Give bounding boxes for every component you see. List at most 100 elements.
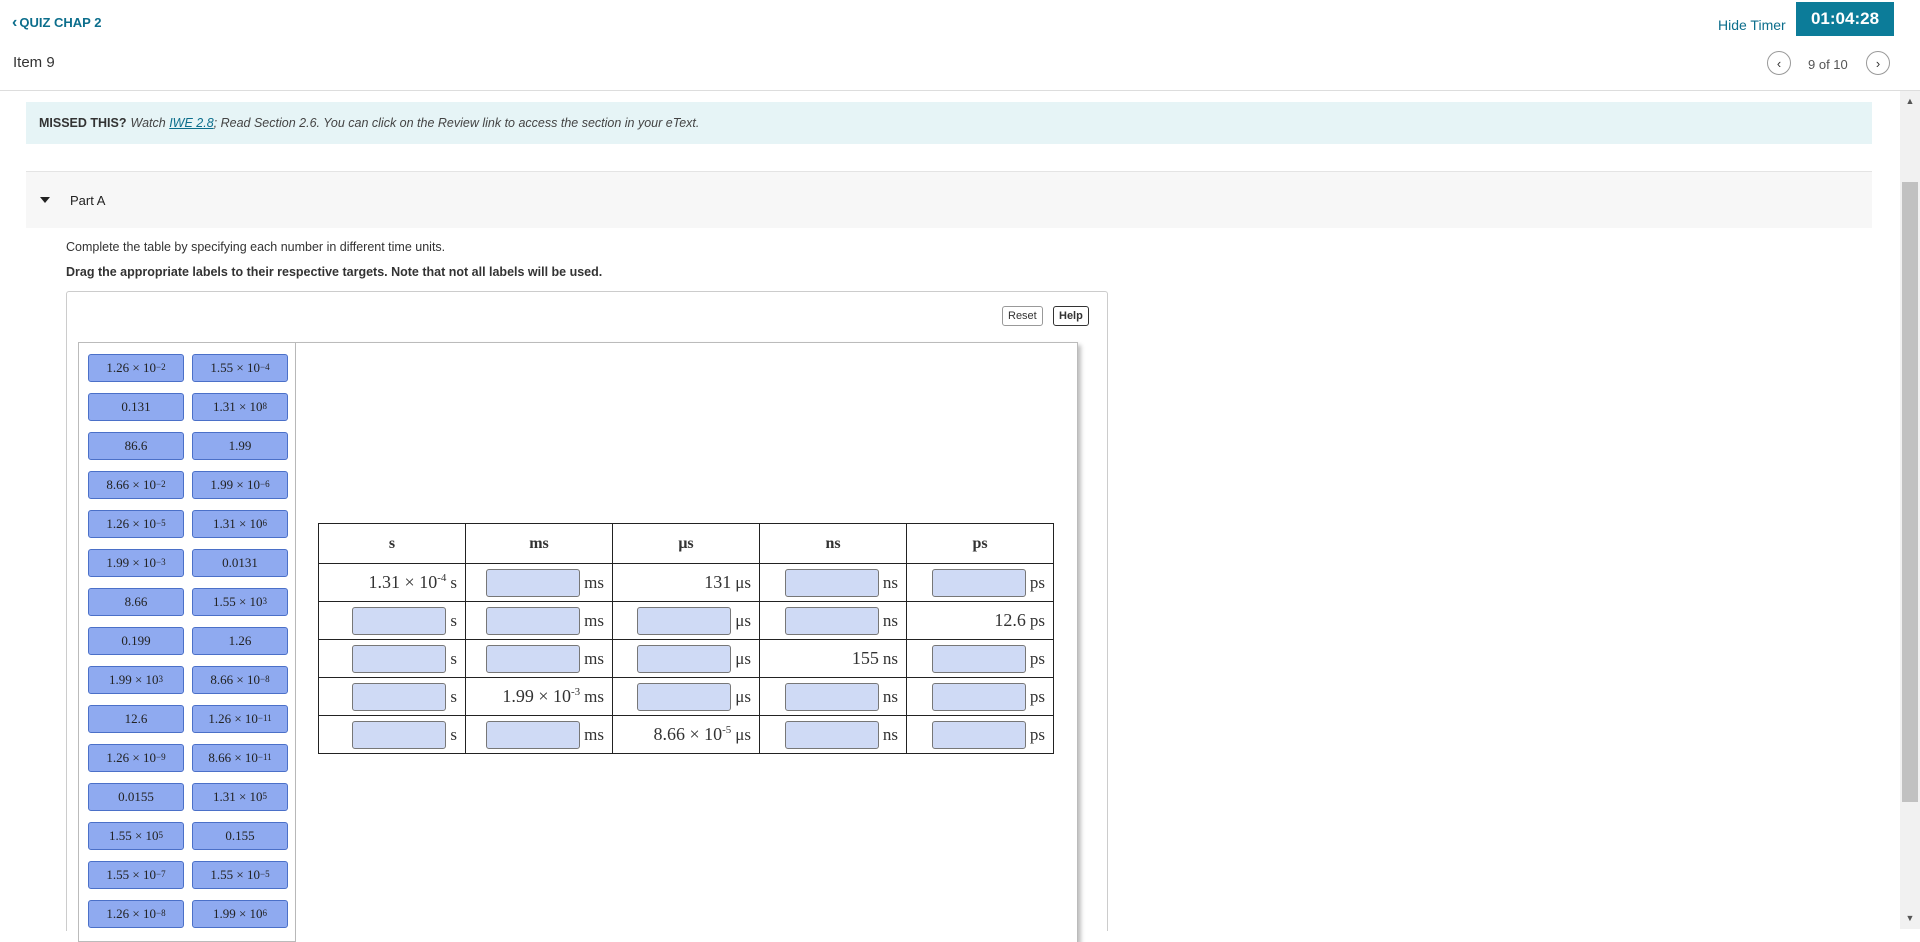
drop-target[interactable]: [352, 720, 447, 749]
missed-rest-text: ; Read Section 2.6. You can click on the…: [213, 116, 700, 130]
unit-label: μs: [735, 686, 751, 706]
table-cell: s: [318, 639, 466, 678]
unit-label: μs: [735, 648, 751, 668]
table-cell: 12.6 ps: [906, 601, 1054, 640]
drop-target[interactable]: [784, 720, 879, 749]
given-value: 8.66 × 10-5: [653, 724, 732, 744]
previous-item-button[interactable]: ‹: [1767, 51, 1791, 75]
label-value: 1.55 × 10: [210, 360, 260, 375]
label-value: 1.31 × 10: [212, 399, 263, 414]
draggable-label[interactable]: 1.26 × 10 −11: [192, 705, 288, 733]
table-cell: s: [318, 601, 466, 640]
unit-label: s: [450, 648, 457, 668]
draggable-label[interactable]: 0.131: [88, 393, 184, 421]
draggable-label[interactable]: 1.26 × 10 −8: [88, 900, 184, 928]
drop-target[interactable]: [784, 568, 879, 597]
draggable-label[interactable]: 12.6: [88, 705, 184, 733]
drop-target[interactable]: [486, 644, 581, 673]
drop-target[interactable]: [352, 606, 447, 635]
table-cell: ns: [759, 677, 907, 716]
drop-target[interactable]: [637, 682, 732, 711]
chevron-left-icon: ‹: [1776, 55, 1782, 71]
unit-label: ns: [882, 686, 898, 706]
help-button[interactable]: Help: [1053, 306, 1089, 326]
draggable-label[interactable]: 1.55 × 10 −7: [88, 861, 184, 889]
draggable-label[interactable]: 86.6: [88, 432, 184, 460]
drop-target[interactable]: [931, 720, 1026, 749]
draggable-label[interactable]: 8.66 × 10 −2: [88, 471, 184, 499]
table-cell: μs: [612, 601, 760, 640]
draggable-label[interactable]: 8.66 × 10 −11: [192, 744, 288, 772]
label-value: 0.155: [225, 828, 255, 843]
next-item-button[interactable]: ›: [1866, 51, 1890, 75]
item-title: Item 9: [13, 54, 55, 71]
draggable-label[interactable]: 1.26 × 10 −9: [88, 744, 184, 772]
unit-label: μs: [735, 724, 751, 744]
draggable-label[interactable]: 0.155: [192, 822, 288, 850]
scroll-down-icon[interactable]: ▼: [1904, 913, 1916, 925]
label-value: 1.55 × 10: [106, 867, 156, 882]
draggable-label[interactable]: 1.55 × 10 5: [88, 822, 184, 850]
label-value: 8.66 × 10: [208, 750, 258, 765]
draggable-label[interactable]: 1.26 × 10 −2: [88, 354, 184, 382]
label-value: 0.0155: [118, 789, 154, 804]
label-value: 1.99 × 10: [106, 555, 156, 570]
table-row: 1.31 × 10-4 s ms 131 μs ns ps: [318, 563, 1054, 602]
unit-label: ms: [584, 648, 604, 668]
unit-label: s: [450, 610, 457, 630]
draggable-label[interactable]: 1.26 × 10 −5: [88, 510, 184, 538]
draggable-label[interactable]: 1.99: [192, 432, 288, 460]
label-value: 0.0131: [222, 555, 258, 570]
drop-target[interactable]: [931, 682, 1026, 711]
draggable-label[interactable]: 8.66 × 10 −8: [192, 666, 288, 694]
label-value: 1.55 × 10: [210, 867, 260, 882]
draggable-label[interactable]: 1.31 × 10 5: [192, 783, 288, 811]
draggable-label[interactable]: 1.55 × 10 3: [192, 588, 288, 616]
given-value: 1.99 × 10-3: [502, 686, 581, 706]
drop-target[interactable]: [931, 568, 1026, 597]
draggable-label[interactable]: 0.0131: [192, 549, 288, 577]
draggable-label[interactable]: 1.31 × 10 8: [192, 393, 288, 421]
draggable-label[interactable]: 8.66: [88, 588, 184, 616]
unit-label: s: [450, 724, 457, 744]
drop-target[interactable]: [486, 568, 581, 597]
table-cell: ps: [906, 639, 1054, 678]
draggable-label[interactable]: 1.55 × 10 −5: [192, 861, 288, 889]
draggable-label[interactable]: 1.26: [192, 627, 288, 655]
caret-down-icon: [40, 197, 50, 203]
drop-target[interactable]: [486, 720, 581, 749]
drop-target[interactable]: [637, 606, 732, 635]
draggable-label[interactable]: 1.55 × 10 −4: [192, 354, 288, 382]
draggable-label[interactable]: 1.99 × 10 3: [88, 666, 184, 694]
iwe-link[interactable]: IWE 2.8: [169, 116, 213, 130]
drop-target[interactable]: [784, 606, 879, 635]
unit-label: ns: [882, 648, 898, 668]
draggable-label[interactable]: 1.99 × 10 −3: [88, 549, 184, 577]
table-cell: ms: [465, 601, 613, 640]
drop-target[interactable]: [486, 606, 581, 635]
label-value: 0.199: [121, 633, 151, 648]
draggable-label[interactable]: 1.99 × 10 −6: [192, 471, 288, 499]
unit-label: μs: [735, 610, 751, 630]
hide-timer-link[interactable]: Hide Timer: [1718, 17, 1786, 33]
drop-target[interactable]: [931, 644, 1026, 673]
label-value: 8.66 × 10: [210, 672, 260, 687]
drop-target[interactable]: [352, 644, 447, 673]
label-value: 1.26 × 10: [106, 516, 156, 531]
part-a-header[interactable]: Part A: [26, 171, 1872, 228]
draggable-label[interactable]: 0.199: [88, 627, 184, 655]
unit-label: ns: [882, 610, 898, 630]
drop-target[interactable]: [352, 682, 447, 711]
drop-target[interactable]: [784, 682, 879, 711]
column-header: ms: [465, 523, 613, 564]
unit-label: s: [450, 686, 457, 706]
reset-button[interactable]: Reset: [1002, 306, 1043, 326]
scroll-up-icon[interactable]: ▲: [1904, 96, 1916, 108]
part-title: Part A: [70, 192, 106, 208]
draggable-label[interactable]: 1.31 × 10 6: [192, 510, 288, 538]
back-to-quiz-link[interactable]: ‹ QUIZ CHAP 2: [12, 15, 101, 31]
drop-target[interactable]: [637, 644, 732, 673]
draggable-label[interactable]: 1.99 × 10 6: [192, 900, 288, 928]
scrollbar-thumb[interactable]: [1902, 182, 1918, 802]
draggable-label[interactable]: 0.0155: [88, 783, 184, 811]
